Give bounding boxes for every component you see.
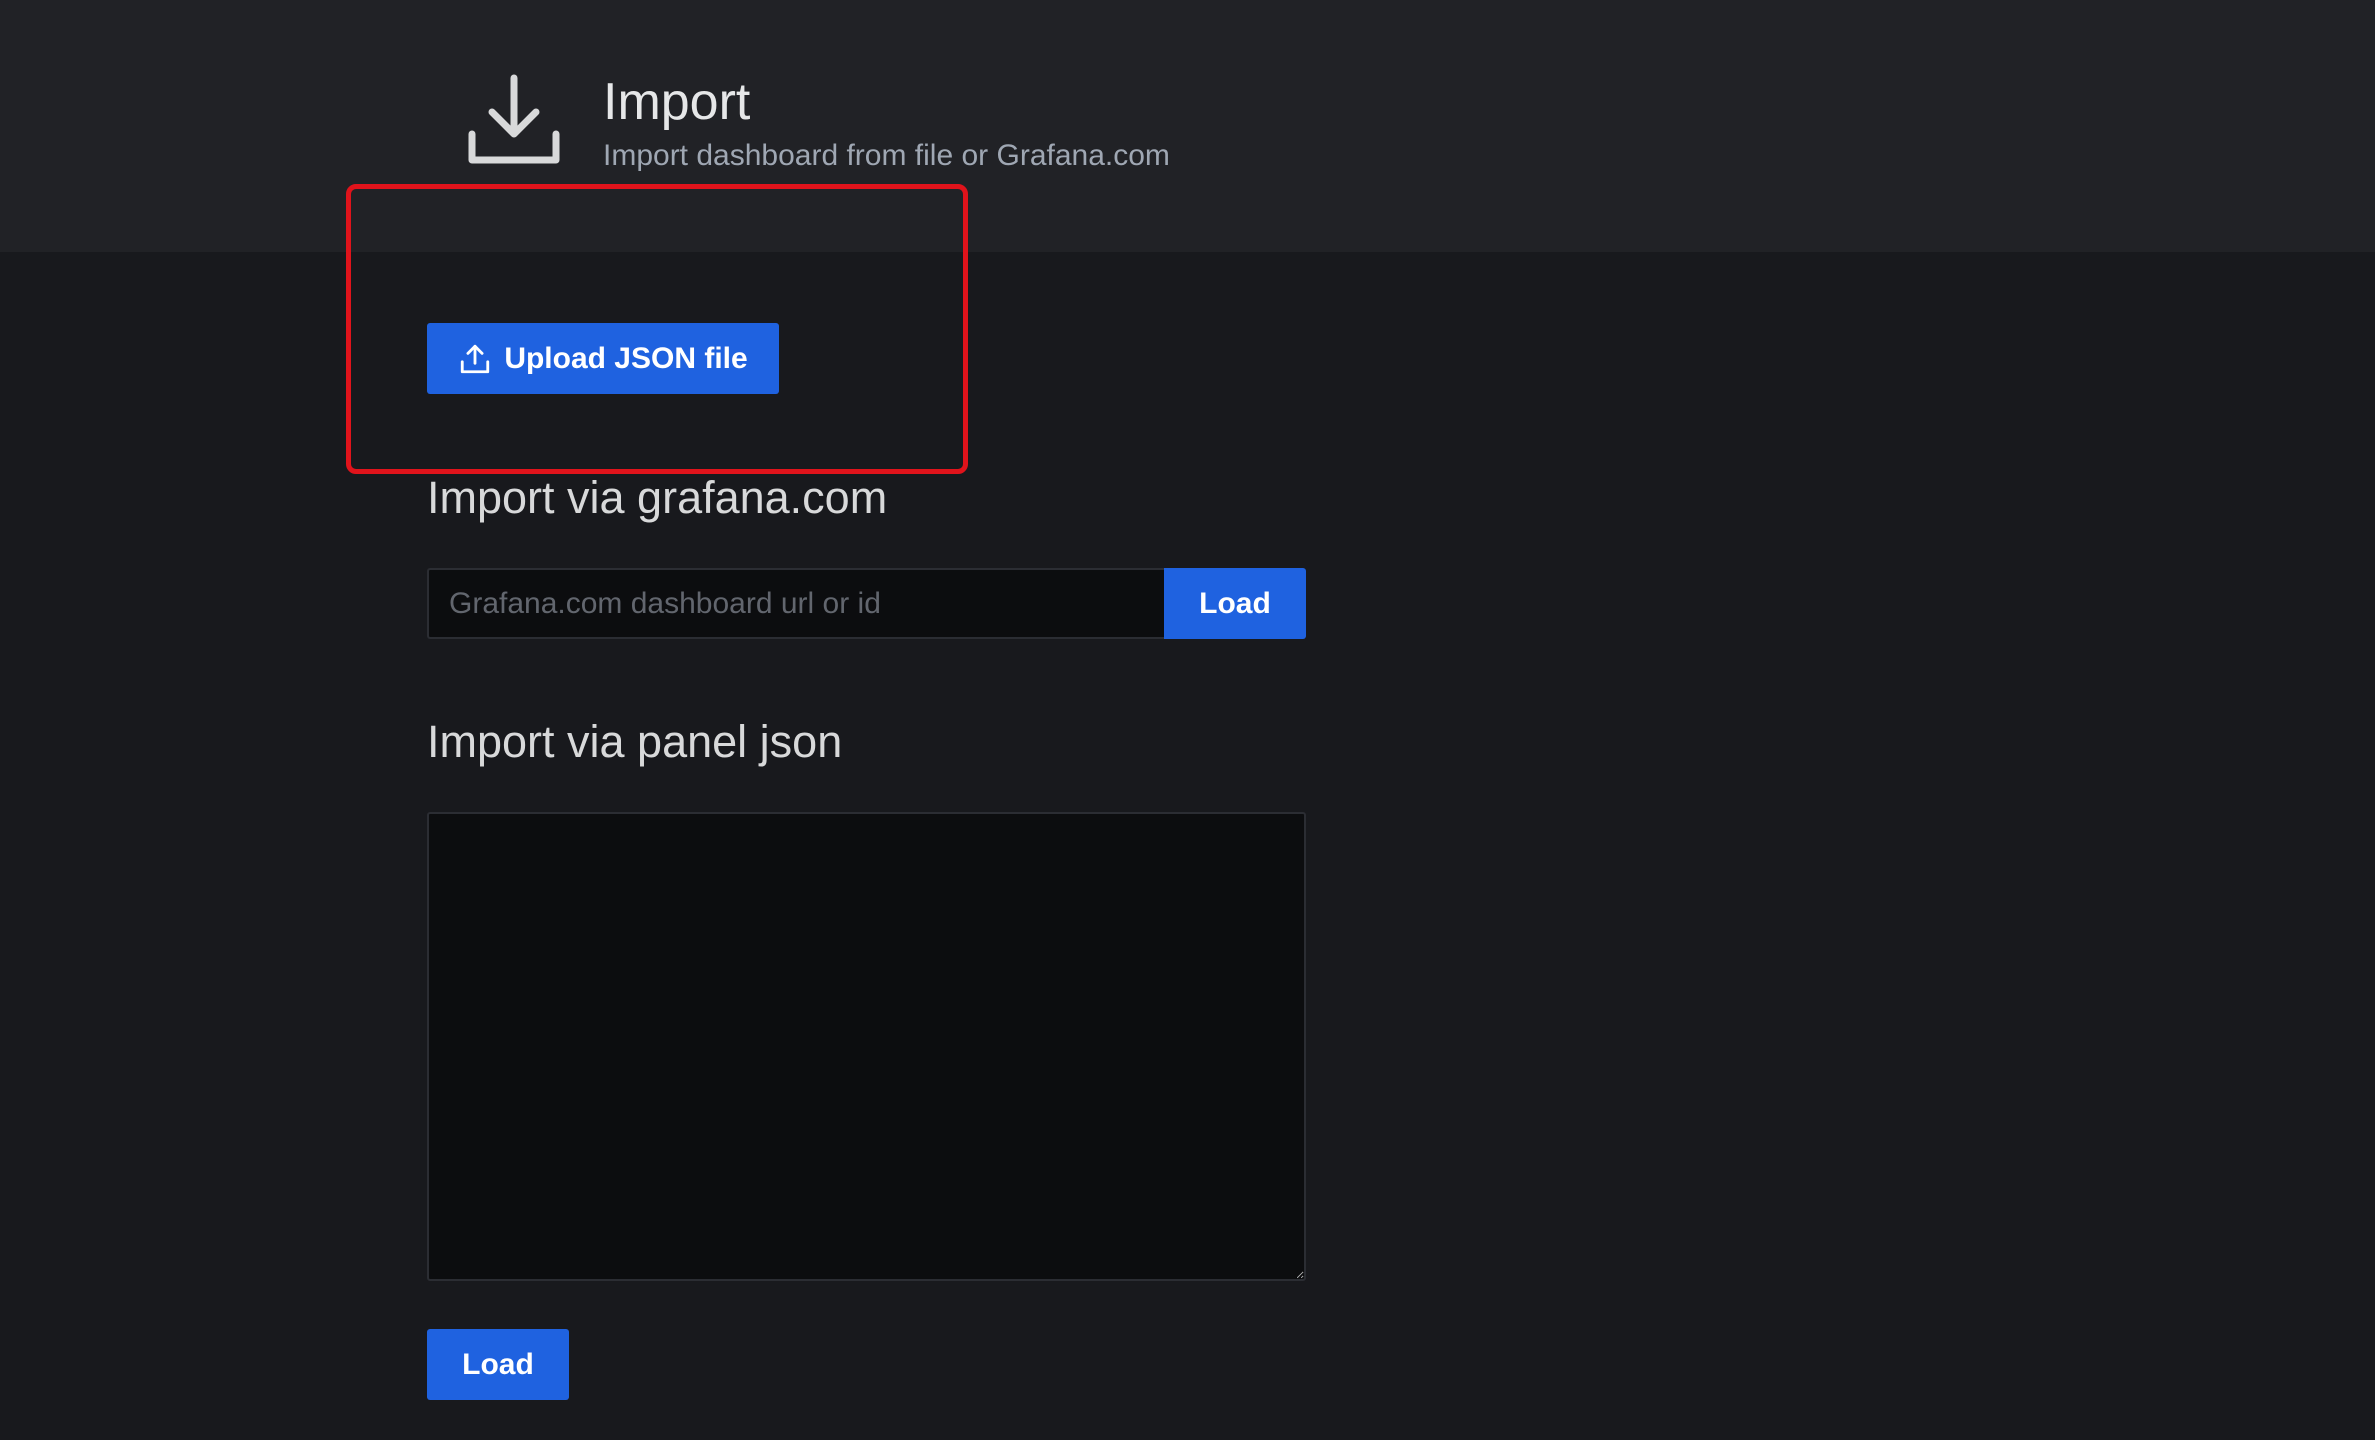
page-title: Import bbox=[603, 73, 751, 131]
upload-icon bbox=[461, 344, 490, 373]
panel-json-load-button[interactable]: Load bbox=[427, 1329, 569, 1400]
grafana-com-section-title: Import via grafana.com bbox=[427, 472, 888, 523]
page-subtitle: Import dashboard from file or Grafana.co… bbox=[603, 139, 1170, 172]
upload-json-file-button[interactable]: Upload JSON file bbox=[427, 323, 779, 394]
grafana-com-load-button[interactable]: Load bbox=[1164, 568, 1306, 639]
import-page: Import Import dashboard from file or Gra… bbox=[0, 0, 2375, 1440]
download-icon bbox=[468, 74, 560, 164]
upload-button-label: Upload JSON file bbox=[504, 341, 748, 375]
grafana-com-url-input[interactable] bbox=[427, 568, 1165, 639]
panel-json-section-title: Import via panel json bbox=[427, 716, 843, 767]
panel-json-textarea[interactable] bbox=[427, 812, 1306, 1281]
